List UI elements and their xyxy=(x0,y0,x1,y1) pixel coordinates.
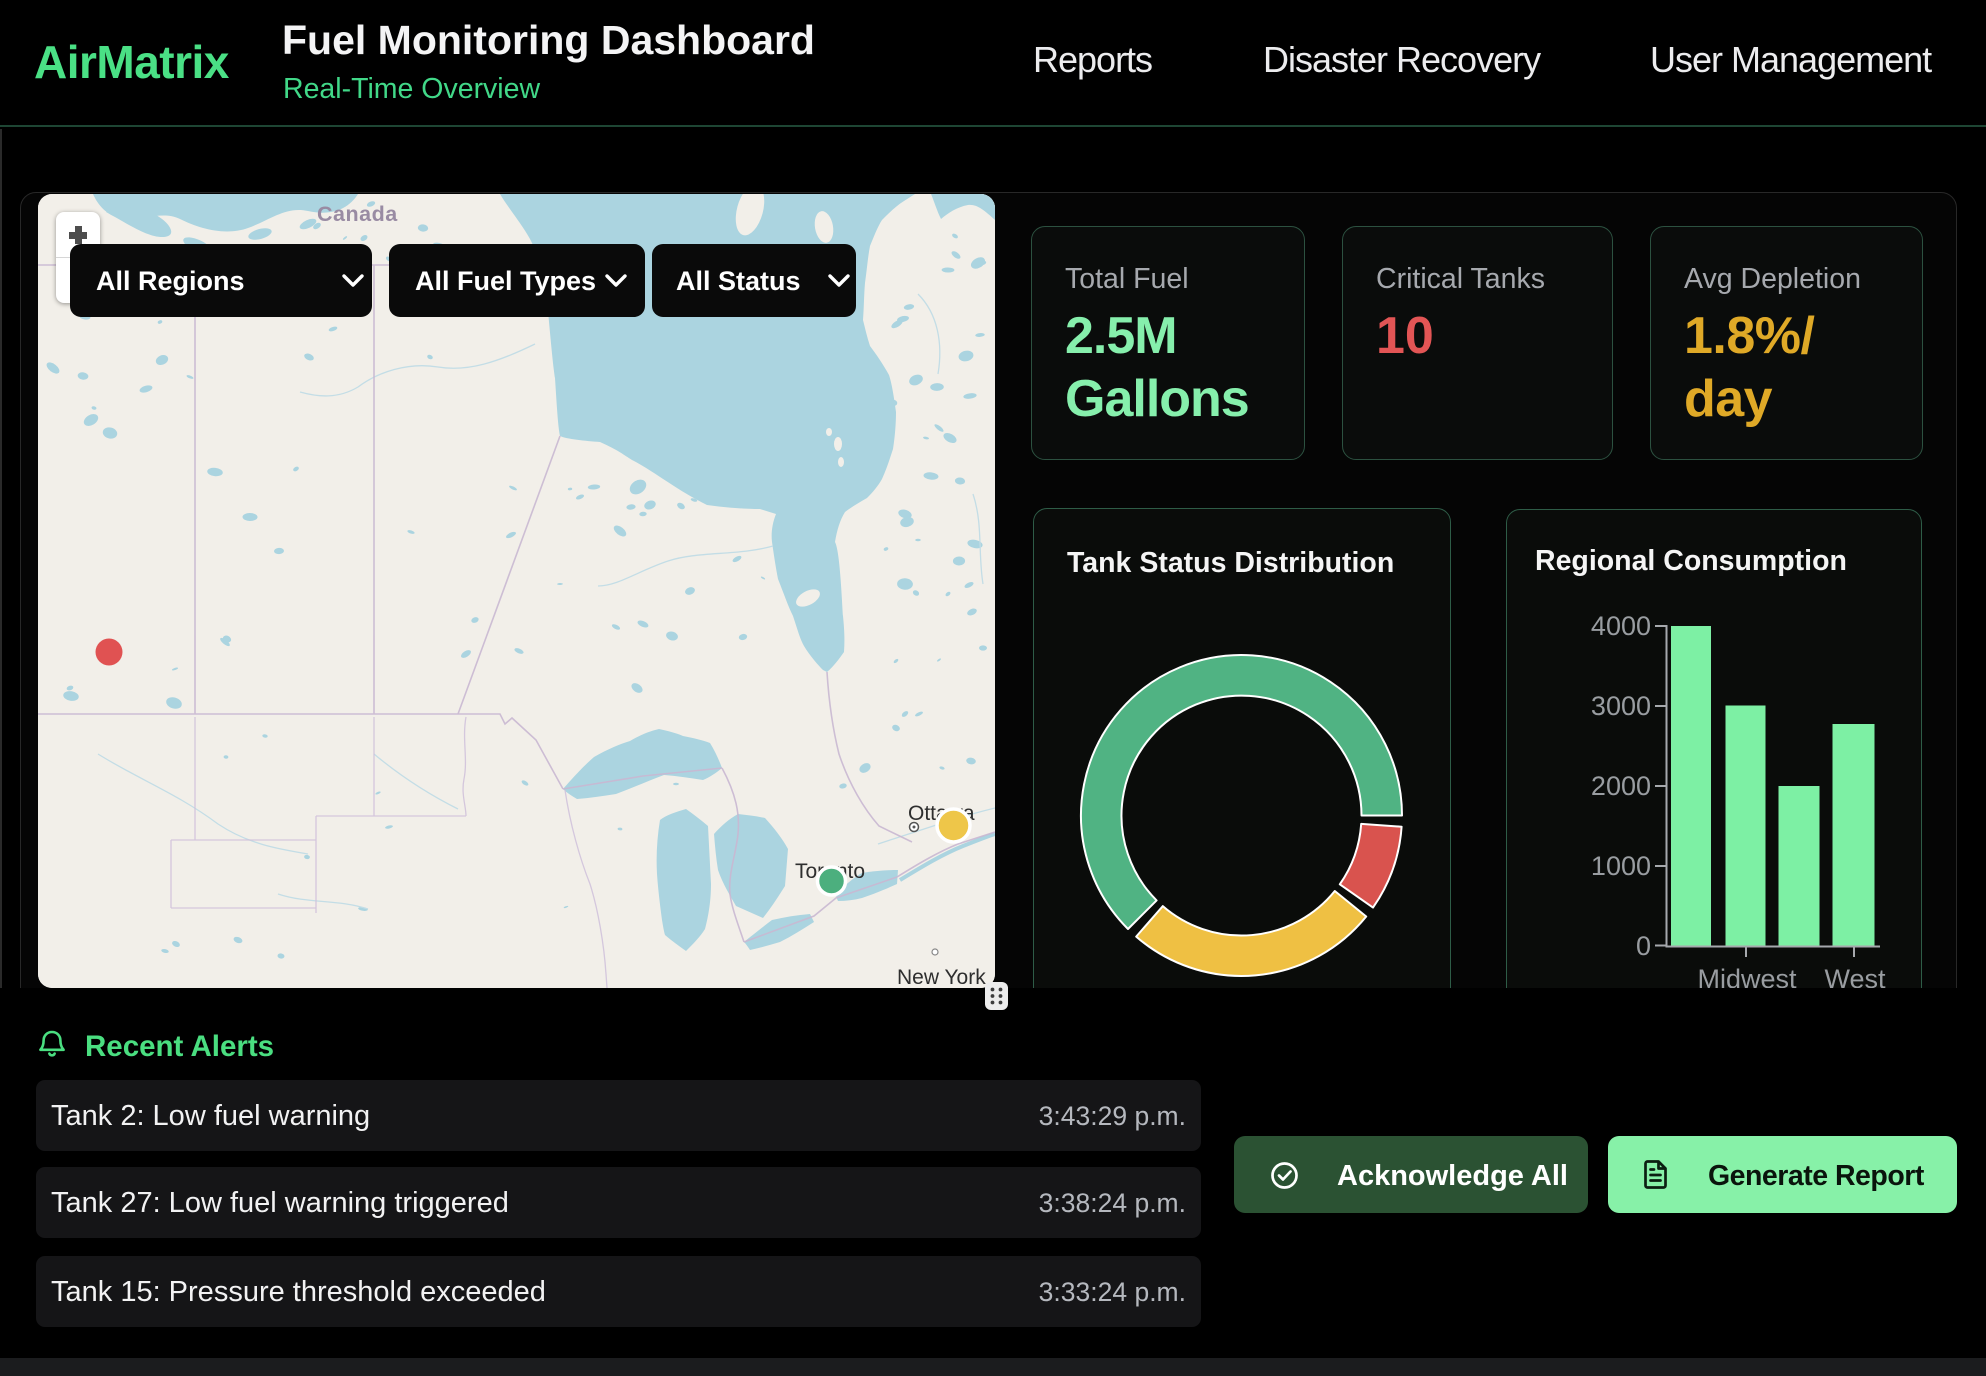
svg-text:4000: 4000 xyxy=(1591,611,1651,641)
svg-text:0: 0 xyxy=(1636,931,1651,961)
svg-text:Canada: Canada xyxy=(317,202,398,226)
svg-text:2000: 2000 xyxy=(1591,771,1651,801)
svg-text:1000: 1000 xyxy=(1591,851,1651,881)
svg-text:New York: New York xyxy=(897,966,986,988)
svg-text:3000: 3000 xyxy=(1591,691,1651,721)
